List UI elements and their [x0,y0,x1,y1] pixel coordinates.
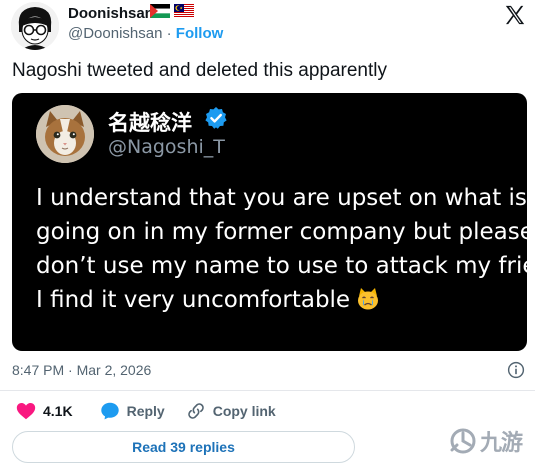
info-icon[interactable] [507,361,525,379]
tweet-text: Nagoshi tweeted and deleted this apparen… [12,60,387,81]
author-flags [150,4,194,18]
link-icon [187,403,204,419]
malaysia-flag-icon [174,4,194,18]
author-handle[interactable]: @Doonishsan [68,25,162,42]
divider [0,390,535,391]
read-replies-button[interactable]: Read 39 replies [12,431,355,463]
copy-link-button[interactable]: Copy link [185,400,276,422]
author-handle-line: @Doonishsan · Follow [68,25,223,42]
like-button[interactable]: 4.1K [15,400,73,422]
follow-button[interactable]: Follow [176,25,224,42]
reply-button[interactable]: Reply [99,400,165,422]
copy-link-label: Copy link [212,403,276,419]
palestine-flag-icon [150,4,170,18]
jiuyou-logo-icon [450,428,476,454]
tweet-actions: 4.1K Reply Copy link [15,400,276,422]
quoted-body: I understand that you are upset on what … [36,181,527,317]
reply-label: Reply [126,403,165,419]
reply-bubble-icon [100,402,119,420]
watermark-text: 九游 [480,431,523,456]
heart-icon [16,403,36,420]
tweet-timestamp[interactable]: 8:47 PM · Mar 2, 2026 [12,362,151,378]
quoted-line-2: going on in my former company but please [36,219,527,245]
quoted-line-4: I find it very uncomfortable [36,287,351,313]
separator-dot: · [166,25,172,42]
x-logo-icon[interactable] [504,4,526,26]
quoted-line-1: I understand that you are upset on what … [36,185,527,211]
author-avatar[interactable] [11,2,59,50]
quoted-line-4-wrap: I find it very uncomfortable [36,283,527,317]
author-display-name[interactable]: Doonishsan [68,5,154,22]
verified-badge-icon [205,107,227,129]
tweet-media-image[interactable]: 名越稔洋 @Nagoshi_T I understand that you ar… [12,93,527,351]
quoted-handle: @Nagoshi_T [108,136,225,158]
quoted-line-3: don’t use my name to use to attack my fr… [36,253,527,279]
crying-cat-emoji-icon [358,288,379,310]
site-watermark: 九游 [448,425,523,457]
quoted-display-name: 名越稔洋 [108,111,192,135]
like-count: 4.1K [43,403,73,419]
quoted-avatar [36,105,94,163]
